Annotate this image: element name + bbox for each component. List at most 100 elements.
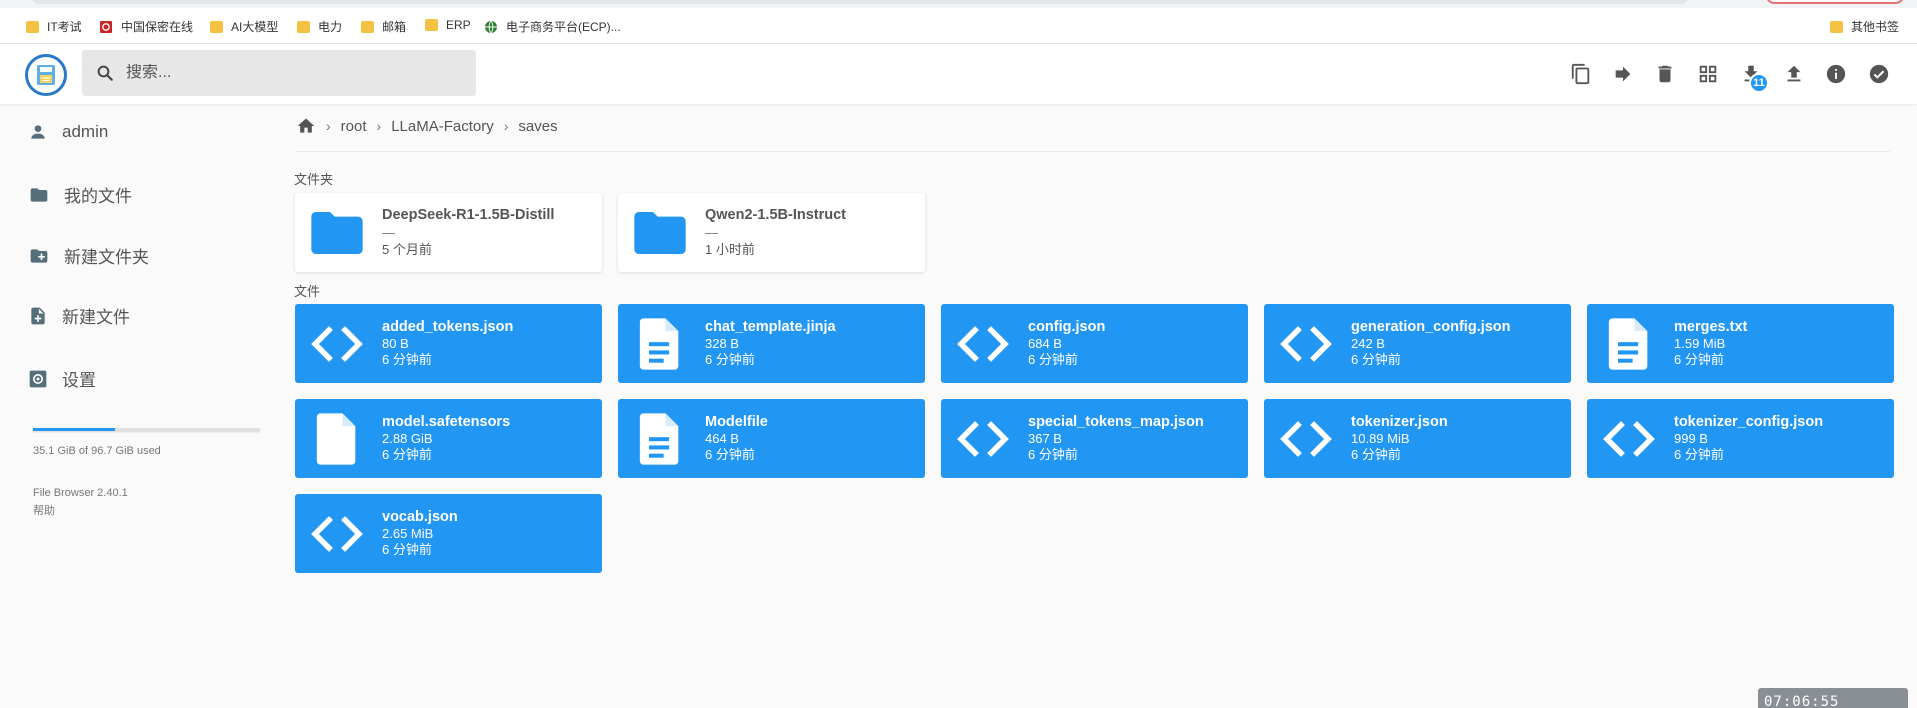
info-button[interactable] (1823, 61, 1849, 87)
search-box[interactable] (82, 50, 476, 96)
note-add-icon (28, 305, 48, 327)
upload-button[interactable] (1781, 61, 1807, 87)
search-icon (96, 64, 114, 82)
folder-icon (632, 207, 688, 259)
breadcrumb: › root › LLaMA-Factory › saves (296, 116, 558, 136)
breadcrumb-item[interactable]: LLaMA-Factory (391, 118, 494, 135)
code-icon (1278, 413, 1334, 465)
file-card[interactable]: special_tokens_map.json 367 B6 分钟前 (941, 399, 1248, 478)
create-folder-icon (28, 246, 50, 266)
files-section-label: 文件 (294, 284, 321, 299)
code-icon (955, 318, 1011, 370)
code-icon (955, 413, 1011, 465)
blank-file-icon (309, 413, 365, 465)
copy-button[interactable] (1568, 61, 1594, 87)
breadcrumb-item[interactable]: saves (518, 118, 557, 135)
filebrowser-logo[interactable] (25, 54, 67, 96)
file-card[interactable]: merges.txt 1.59 MiB 6 分钟前 (1587, 304, 1894, 383)
folders-section-label: 文件夹 (294, 172, 334, 187)
file-card[interactable]: tokenizer.json 10.89 MiB 6 分钟前 (1264, 399, 1571, 478)
bookmark-ecp[interactable]: 电子商务平台(ECP)... (484, 18, 621, 35)
folder-icon (425, 19, 438, 31)
breadcrumb-item[interactable]: root (341, 118, 367, 135)
breadcrumb-divider (295, 151, 1890, 152)
document-icon (632, 413, 688, 465)
bookmark-it-exam[interactable]: IT考试 (26, 18, 82, 35)
sidebar-item-new-folder[interactable]: 新建文件夹 (28, 243, 149, 268)
document-icon (1601, 318, 1657, 370)
folder-icon (297, 20, 310, 33)
file-name: tokenizer.json (1351, 414, 1448, 430)
bookmark-baomi[interactable]: 中国保密在线 (99, 18, 193, 35)
select-button[interactable] (1866, 61, 1892, 87)
folder-modified: 1 小时前 (705, 242, 755, 257)
folder-size: — (382, 225, 395, 240)
search-input[interactable] (126, 64, 426, 82)
screen-clock: 07:06:55 (1758, 688, 1908, 708)
download-button[interactable]: 11 (1738, 61, 1769, 93)
file-name: Modelfile (705, 414, 768, 430)
arrow-forward-icon (1612, 63, 1634, 85)
file-card[interactable]: Modelfile 464 B6 分钟前 (618, 399, 925, 478)
delete-button[interactable] (1652, 61, 1678, 87)
folder-size: — (705, 225, 718, 240)
sidebar-item-user[interactable]: admin (28, 122, 108, 142)
file-name: chat_template.jinja (705, 319, 836, 335)
bookmark-ai-models[interactable]: AI大模型 (210, 18, 278, 35)
folder-card[interactable]: DeepSeek-R1-1.5B-Distill — 5 个月前 (295, 193, 602, 272)
file-card[interactable]: tokenizer_config.json 999 B6 分钟前 (1587, 399, 1894, 478)
sidebar-item-label: admin (62, 122, 109, 141)
upload-icon (1783, 63, 1805, 85)
sidebar-item-settings[interactable]: 设置 (28, 366, 96, 391)
file-modified: 6 分钟前 (382, 542, 432, 557)
info-icon (1825, 63, 1847, 85)
sidebar-item-new-file[interactable]: 新建文件 (28, 303, 130, 328)
file-size: 10.89 MiB (1351, 431, 1410, 446)
help-link[interactable]: 帮助 (33, 502, 55, 518)
sidebar-item-label: 设置 (62, 371, 96, 390)
folder-modified: 5 个月前 (382, 242, 432, 257)
bookmark-mail[interactable]: 邮箱 (361, 18, 406, 35)
bookmark-erp[interactable]: ERP (425, 18, 471, 32)
folder-name: DeepSeek-R1-1.5B-Distill (382, 207, 555, 223)
bookmark-power[interactable]: 电力 (297, 18, 342, 35)
file-modified: 6 分钟前 (382, 352, 432, 367)
sidebar-item-my-files[interactable]: 我的文件 (28, 182, 132, 207)
home-icon[interactable] (296, 116, 316, 136)
file-size: 2.65 MiB (382, 526, 434, 541)
file-size: 80 B (382, 336, 409, 351)
file-card[interactable]: vocab.json 2.65 MiB 6 分钟前 (295, 494, 602, 573)
browser-profile-button[interactable] (1765, 0, 1905, 4)
file-name: config.json (1028, 319, 1106, 335)
file-card[interactable]: model.safetensors 2.88 GiB 6 分钟前 (295, 399, 602, 478)
storage-usage-fill (33, 428, 116, 431)
bookmarks-bar: IT考试 中国保密在线 AI大模型 电力 邮箱 ERP 电子商务平台(ECP).… (0, 8, 1917, 44)
file-size: 684 B (1028, 336, 1062, 351)
file-name: tokenizer_config.json (1674, 414, 1824, 430)
storage-usage-text: 35.1 GiB of 96.7 GiB used (33, 445, 161, 457)
grid-view-icon (1697, 63, 1719, 85)
file-modified: 6 分钟前 (1028, 352, 1078, 367)
check-circle-icon (1868, 63, 1890, 85)
file-name: special_tokens_map.json (1028, 414, 1204, 430)
folder-card[interactable]: Qwen2-1.5B-Instruct — 1 小时前 (618, 193, 925, 272)
file-card[interactable]: generation_config.json 242 B6 分钟前 (1264, 304, 1571, 383)
sidebar-item-label: 新建文件 (62, 308, 130, 327)
view-mode-button[interactable] (1695, 61, 1721, 87)
folder-icon (309, 207, 365, 259)
trash-icon (1654, 63, 1676, 85)
address-bar-edge (30, 0, 1690, 4)
folder-icon (210, 20, 223, 33)
file-size: 464 B (705, 431, 739, 446)
folder-icon (1830, 20, 1843, 33)
file-card[interactable]: config.json 684 B6 分钟前 (941, 304, 1248, 383)
file-card[interactable]: chat_template.jinja 328 B6 分钟前 (618, 304, 925, 383)
globe-icon (484, 20, 498, 34)
bookmark-other[interactable]: 其他书签 (1830, 18, 1899, 35)
file-name: generation_config.json (1351, 319, 1511, 335)
browser-tab-strip (0, 0, 1917, 8)
file-card[interactable]: added_tokens.json 80 B6 分钟前 (295, 304, 602, 383)
move-button[interactable] (1610, 61, 1636, 87)
file-modified: 6 分钟前 (705, 352, 755, 367)
download-count-badge: 11 (1749, 73, 1769, 93)
